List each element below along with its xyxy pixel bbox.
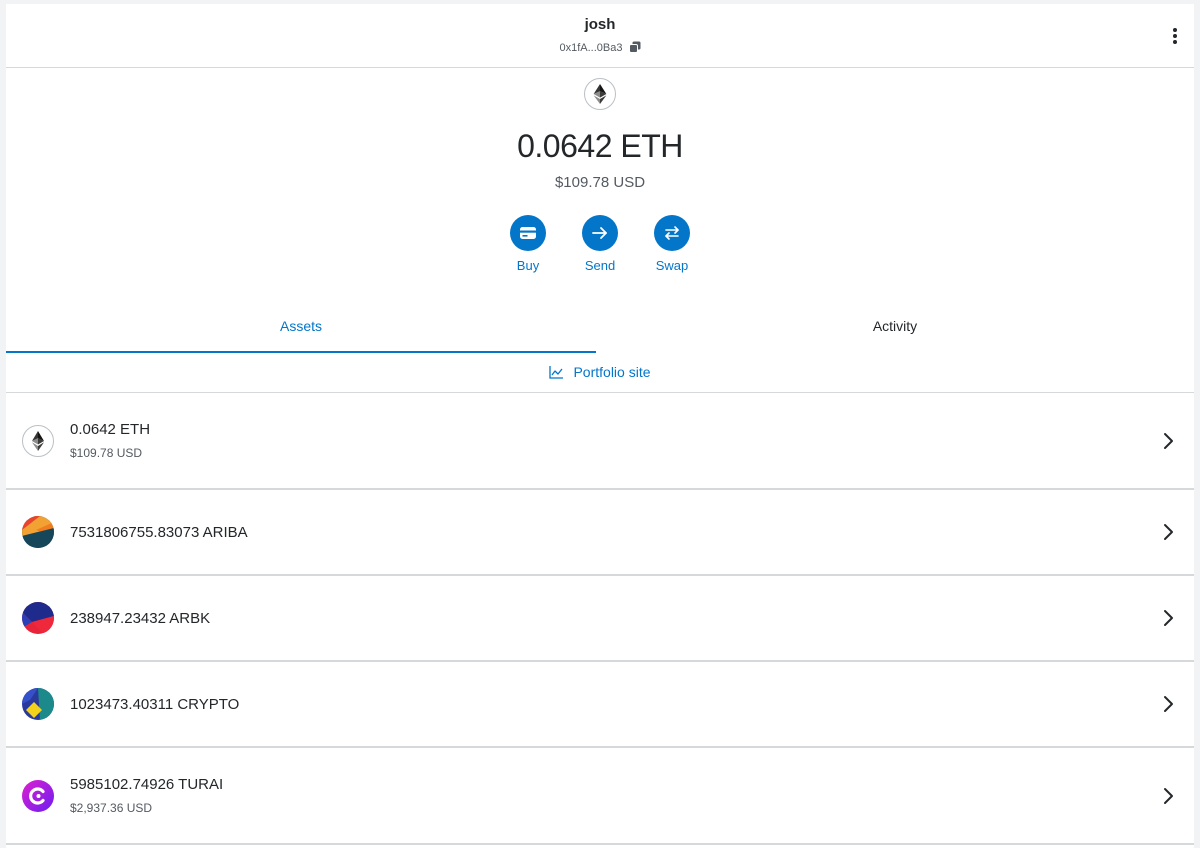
arbk-token-icon: [22, 602, 54, 634]
asset-fiat-value: $109.78 USD: [70, 446, 143, 460]
asset-row-eth[interactable]: 0.0642 ETH $109.78 USD: [6, 393, 1194, 490]
account-address[interactable]: 0x1fA...0Ba3: [6, 41, 1194, 56]
balance-secondary: $109.78 USD: [554, 174, 646, 191]
asset-amount: 238947.23432 ARBK: [70, 609, 211, 627]
send-label[interactable]: Send: [570, 258, 630, 273]
account-address-text[interactable]: 0x1fA...0Ba3: [559, 42, 622, 54]
tab-bar: Assets Activity: [6, 304, 1194, 353]
account-name[interactable]: josh: [6, 16, 1194, 33]
asset-row-turai[interactable]: 5985102.74926 TURAI $2,937.36 USD: [6, 748, 1194, 845]
turai-token-icon: [22, 779, 54, 812]
asset-row-ariba[interactable]: 7531806755.83073 ARIBA: [6, 490, 1194, 576]
chevron-right-icon[interactable]: [1162, 787, 1174, 805]
asset-list: 0.0642 ETH $109.78 USD 7531806755.83073 …: [6, 393, 1194, 845]
swap-label[interactable]: Swap: [642, 258, 702, 273]
ariba-token-icon: [22, 516, 54, 548]
chevron-right-icon[interactable]: [1162, 695, 1174, 713]
asset-row-crypto[interactable]: 1023473.40311 CRYPTO: [6, 662, 1194, 748]
asset-amount: 5985102.74926 TURAI: [70, 776, 224, 793]
card-icon[interactable]: [510, 215, 546, 251]
chevron-right-icon[interactable]: [1162, 609, 1174, 627]
asset-amount: 0.0642 ETH: [70, 421, 151, 438]
asset-amount: 7531806755.83073 ARIBA: [70, 523, 248, 541]
tab-activity[interactable]: Activity: [596, 304, 1194, 351]
asset-amount: 1023473.40311 CRYPTO: [70, 695, 240, 713]
kebab-menu-icon[interactable]: [1170, 26, 1180, 46]
account-header: josh 0x1fA...0Ba3: [6, 4, 1194, 68]
ethereum-icon: [584, 78, 616, 110]
chevron-right-icon[interactable]: [1162, 432, 1174, 450]
ethereum-icon: [22, 424, 54, 457]
balance-primary: 0.0642 ETH: [517, 128, 683, 164]
arrow-right-icon[interactable]: [582, 215, 618, 251]
chevron-right-icon[interactable]: [1162, 523, 1174, 541]
portfolio-site-label[interactable]: Portfolio site: [573, 364, 650, 380]
wallet-actions: Buy Send Swap: [6, 215, 1194, 277]
asset-row-arbk[interactable]: 238947.23432 ARBK: [6, 576, 1194, 662]
buy-button[interactable]: Buy: [498, 215, 558, 273]
crypto-token-icon: [22, 688, 54, 720]
asset-fiat-value: $2,937.36 USD: [70, 801, 153, 815]
buy-label[interactable]: Buy: [498, 258, 558, 273]
send-button[interactable]: Send: [570, 215, 630, 273]
portfolio-site-link[interactable]: Portfolio site: [6, 352, 1194, 393]
tab-assets[interactable]: Assets: [6, 304, 596, 353]
swap-button[interactable]: Swap: [642, 215, 702, 273]
copy-icon[interactable]: [628, 41, 641, 56]
wallet-panel: josh 0x1fA...0Ba3 0.0642 ETH $109.78 USD…: [6, 4, 1194, 848]
chart-line-icon: [549, 365, 564, 379]
swap-arrows-icon[interactable]: [654, 215, 690, 251]
